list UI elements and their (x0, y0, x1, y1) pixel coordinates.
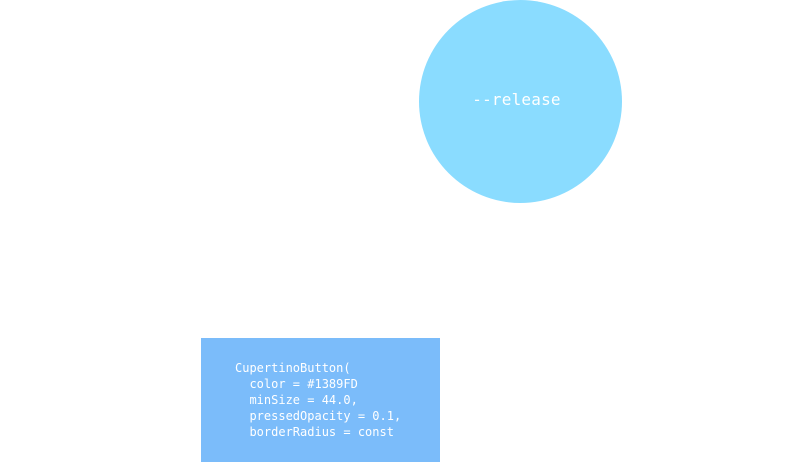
code-line-4: pressedOpacity = 0.1, (235, 409, 402, 423)
release-label: --release (472, 90, 561, 109)
code-line-1: CupertinoButton( (235, 361, 351, 375)
code-line-5: borderRadius = const (235, 425, 394, 439)
code-panel: CupertinoButton( color = #1389FD minSize… (201, 338, 440, 462)
code-line-2: color = #1389FD (235, 377, 358, 391)
release-circle[interactable]: --release (419, 0, 622, 203)
code-line-3: minSize = 44.0, (235, 393, 358, 407)
